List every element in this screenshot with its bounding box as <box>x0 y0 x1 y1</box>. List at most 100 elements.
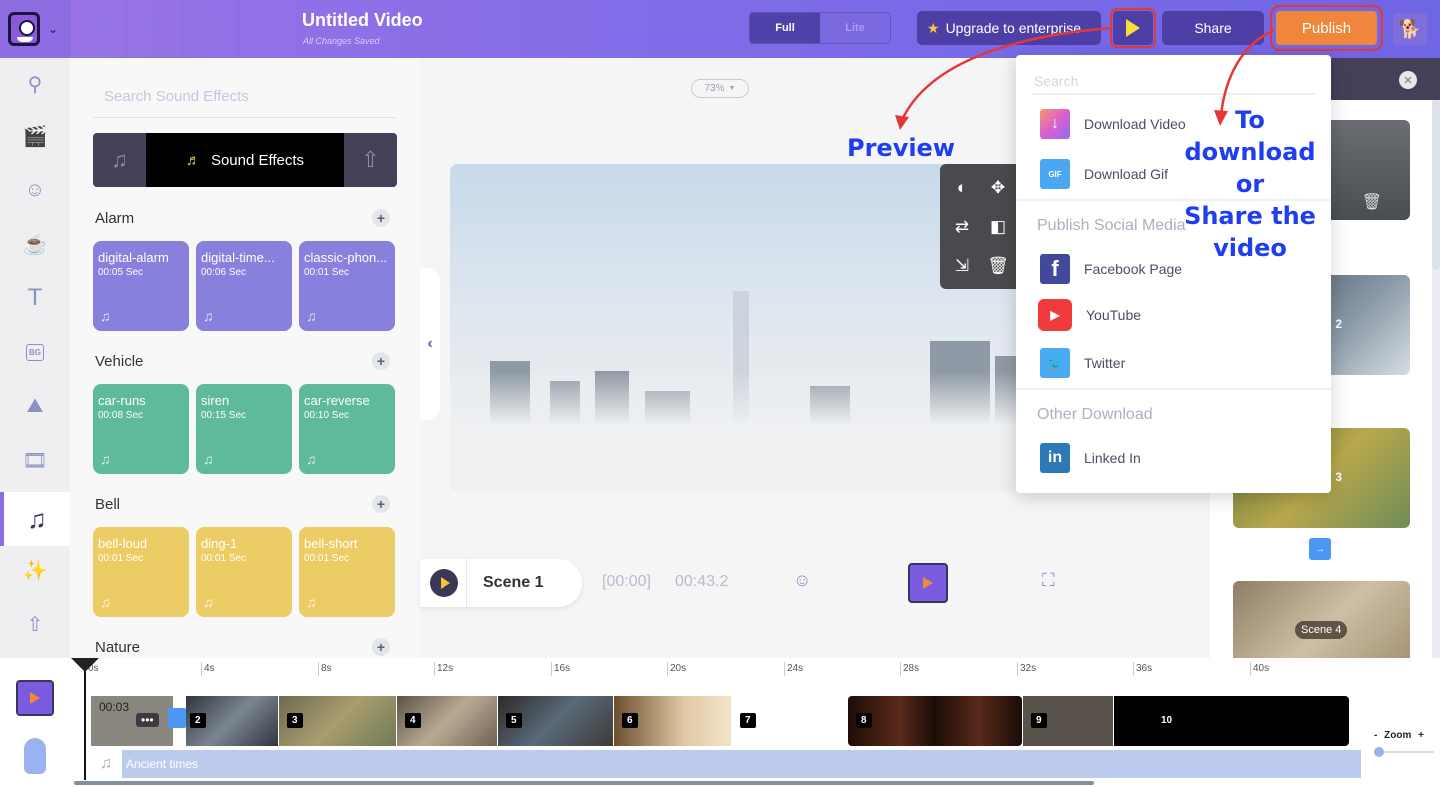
publish-button[interactable]: Publish <box>1270 5 1383 51</box>
transition-marker[interactable] <box>168 708 186 728</box>
nav-background[interactable]: BG <box>0 326 70 378</box>
sound-card[interactable]: ding-1 00:01 Sec ♫ <box>196 527 292 617</box>
twitter-item[interactable]: 🐦 Twitter <box>1040 348 1125 378</box>
app-logo-menu[interactable]: ⌄ <box>0 0 70 58</box>
video-scene-icon[interactable] <box>908 563 948 603</box>
timeline-clip[interactable]: 7 <box>732 696 848 746</box>
upgrade-button[interactable]: ★ Upgrade to enterprise <box>917 11 1101 45</box>
zoom-in-button[interactable]: + <box>1418 730 1424 741</box>
play-scene-button[interactable] <box>430 569 458 597</box>
tab-sound-effects[interactable]: ♬ Sound Effects <box>146 133 344 187</box>
tick-label: 24s <box>784 662 803 676</box>
playhead[interactable] <box>71 658 99 780</box>
duplicate-button[interactable]: ⧉ <box>182 0 238 58</box>
nav-text[interactable]: T <box>0 272 70 324</box>
sound-card[interactable]: car-runs 00:08 Sec ♫ <box>93 384 189 474</box>
download-video-item[interactable]: ↓ Download Video <box>1040 109 1186 139</box>
timeline-clip[interactable]: 6 <box>614 696 731 746</box>
sound-card[interactable]: bell-short 00:01 Sec ♫ <box>299 527 395 617</box>
sound-card[interactable]: bell-loud 00:01 Sec ♫ <box>93 527 189 617</box>
timeline-clip[interactable]: 4 <box>397 696 497 746</box>
linkedin-item[interactable]: in Linked In <box>1040 443 1141 473</box>
timeline-clip[interactable]: 10 <box>1114 696 1349 746</box>
undo-button[interactable]: ↶ <box>70 0 126 58</box>
youtube-item[interactable]: ▶ YouTube <box>1038 299 1141 331</box>
transition-button[interactable]: → <box>1309 538 1331 560</box>
sound-card[interactable]: car-reverse 00:10 Sec ♫ <box>299 384 395 474</box>
sound-card[interactable]: digital-alarm 00:05 Sec ♫ <box>93 241 189 331</box>
add-category-button[interactable]: + <box>372 638 390 656</box>
microphone-icon[interactable] <box>24 738 46 774</box>
slider-handle[interactable] <box>1374 747 1384 757</box>
timeline-clip[interactable]: 2 <box>186 696 278 746</box>
tab-upload-audio[interactable]: ⇧ <box>344 133 397 187</box>
download-gif-item[interactable]: GIF Download Gif <box>1040 159 1168 189</box>
nav-search[interactable]: ⚲ <box>0 58 70 110</box>
trash-icon[interactable]: 🗑 <box>987 256 1009 276</box>
nav-upload[interactable]: ⇧ <box>0 598 70 650</box>
scenes-scrollbar[interactable] <box>1432 100 1440 660</box>
timeline-left <box>0 658 70 787</box>
timeline-ruler[interactable]: 0s 4s 8s 12s 16s 20s 24s 28s 32s 36s 40s <box>85 658 1365 688</box>
add-category-button[interactable]: + <box>372 495 390 513</box>
image-icon: ⛰ <box>26 394 44 417</box>
move-icon[interactable]: ✥ <box>991 178 1005 198</box>
nav-props[interactable]: ☕ <box>0 218 70 270</box>
close-scenes-button[interactable]: ✕ <box>1399 71 1417 89</box>
shrink-icon[interactable]: ⇲ <box>955 256 969 276</box>
video-title[interactable]: Untitled Video <box>302 10 423 31</box>
audio-track[interactable]: ♫ Ancient times <box>90 750 1361 778</box>
sound-card[interactable]: digital-time... 00:06 Sec ♫ <box>196 241 292 331</box>
scene-start-time: [00:00] <box>602 573 651 590</box>
timeline-clip[interactable]: 8 <box>848 696 1022 746</box>
redo-button[interactable]: ↷ <box>126 0 182 58</box>
nav-images[interactable]: ⛰ <box>0 380 70 432</box>
zoom-label: Zoom <box>1384 730 1412 741</box>
top-bar: ⌄ ↶ ↷ ⧉ Untitled Video All Changes Saved… <box>0 0 1440 58</box>
chevron-left-icon: ‹ <box>427 335 433 352</box>
zoom-out-button[interactable]: - <box>1374 730 1377 741</box>
share-button[interactable]: Share <box>1162 11 1264 45</box>
trash-icon[interactable]: 🗑 <box>1362 192 1382 212</box>
add-category-button[interactable]: + <box>372 209 390 227</box>
flip-icon[interactable]: ◧ <box>990 217 1006 237</box>
music-note-icon: ♫ <box>100 451 111 467</box>
nav-effects[interactable]: ✨ <box>0 544 70 596</box>
mode-full-button[interactable]: Full <box>750 13 820 43</box>
tab-music[interactable]: ♫ <box>93 133 146 187</box>
timeline-scrollbar[interactable] <box>74 781 1094 785</box>
gif-icon: GIF <box>1040 159 1070 189</box>
dropdown-search-input[interactable]: Search <box>1032 73 1316 95</box>
timeline-clip[interactable]: 00:03 ••• <box>91 696 173 746</box>
annotation-line: Share the <box>1184 202 1316 230</box>
canvas-zoom-select[interactable]: 73% ▼ <box>691 79 749 98</box>
focus-icon[interactable]: ⛶ <box>1042 570 1055 591</box>
add-category-button[interactable]: + <box>372 352 390 370</box>
more-options-icon[interactable]: ••• <box>136 713 159 727</box>
music-note-icon: ♫ <box>100 308 111 324</box>
nav-templates[interactable]: 🎬 <box>0 110 70 162</box>
video-track-icon[interactable] <box>16 680 54 716</box>
swap-icon[interactable]: ⇄ <box>955 217 969 237</box>
other-heading: Other Download <box>1037 406 1153 423</box>
nav-music[interactable]: ♫ <box>0 492 70 546</box>
sound-duration: 00:10 Sec <box>304 410 350 421</box>
user-avatar[interactable]: 🐕 <box>1393 13 1427 45</box>
preview-play-button[interactable] <box>1110 8 1156 48</box>
nav-characters[interactable]: ☺ <box>0 164 70 216</box>
timeline-clip[interactable]: 5 <box>498 696 613 746</box>
sound-search-input[interactable]: Search Sound Effects <box>93 80 396 118</box>
character-icon[interactable]: ☺ <box>793 570 811 591</box>
sound-card[interactable]: classic-phon... 00:01 Sec ♫ <box>299 241 395 331</box>
facebook-item[interactable]: f Facebook Page <box>1040 254 1182 284</box>
contrast-icon[interactable]: ◐ <box>957 178 967 198</box>
collapse-panel-button[interactable]: ‹ <box>420 268 440 420</box>
chevron-down-icon: ⌄ <box>48 22 59 36</box>
scene-label: Scene 1 <box>483 574 544 591</box>
nav-videos[interactable]: 🎞 <box>0 434 70 486</box>
timeline-zoom-slider[interactable] <box>1374 747 1434 757</box>
sound-card[interactable]: siren 00:15 Sec ♫ <box>196 384 292 474</box>
mode-lite-button[interactable]: Lite <box>820 13 890 43</box>
timeline-clip[interactable]: 9 <box>1023 696 1113 746</box>
timeline-clip[interactable]: 3 <box>279 696 396 746</box>
